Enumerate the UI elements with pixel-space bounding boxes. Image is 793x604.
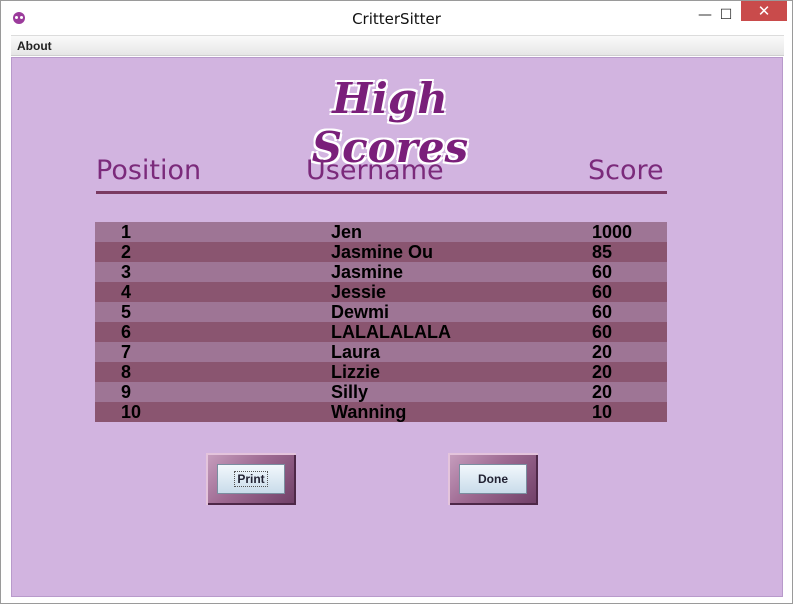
row-username: Wanning xyxy=(331,402,407,422)
menu-bar: About xyxy=(11,35,784,56)
app-window: CritterSitter — ☐ ✕ About High Scores Po… xyxy=(0,0,793,604)
done-button-frame: Done xyxy=(448,453,538,505)
column-header-score: Score xyxy=(588,155,664,186)
row-score: 20 xyxy=(592,362,613,382)
row-username: Jessie xyxy=(331,282,387,302)
row-position: 8 xyxy=(121,362,132,382)
close-button[interactable]: ✕ xyxy=(741,1,787,21)
row-username: Laura xyxy=(331,342,381,362)
row-position: 5 xyxy=(121,302,132,322)
table-row: 3 Jasmine 60 xyxy=(95,262,667,282)
row-username: Silly xyxy=(331,382,369,402)
row-position: 3 xyxy=(121,262,132,282)
title-bar[interactable]: CritterSitter — ☐ ✕ xyxy=(1,1,792,35)
row-username: Lizzie xyxy=(331,362,381,382)
table-row: 7 Laura 20 xyxy=(95,342,667,362)
row-position: 9 xyxy=(121,382,132,402)
table-row: 5 Dewmi 60 xyxy=(95,302,667,322)
print-button[interactable]: Print xyxy=(217,464,285,494)
done-button[interactable]: Done xyxy=(459,464,527,494)
row-username: LALALALALA xyxy=(331,322,451,342)
table-row: 8 Lizzie 20 xyxy=(95,362,667,382)
row-score: 20 xyxy=(592,342,613,362)
row-username: Jen xyxy=(331,222,363,242)
row-username: Jasmine Ou xyxy=(331,242,434,262)
menu-about[interactable]: About xyxy=(17,39,52,53)
table-row: 1 Jen 1000 xyxy=(95,222,667,242)
row-score: 60 xyxy=(592,322,613,342)
table-row: 10 Wanning 10 xyxy=(95,402,667,422)
row-score: 85 xyxy=(592,242,613,262)
row-username: Jasmine xyxy=(331,262,404,282)
row-username: Dewmi xyxy=(331,302,390,322)
row-score: 60 xyxy=(592,282,613,302)
row-score: 1000 xyxy=(592,222,633,242)
row-score: 10 xyxy=(592,402,613,422)
row-position: 2 xyxy=(121,242,132,262)
print-button-label: Print xyxy=(234,471,268,487)
row-position: 4 xyxy=(121,282,132,302)
high-scores-panel: High Scores Position Username Score 1 Je… xyxy=(11,57,783,597)
column-header-username: Username xyxy=(306,155,444,186)
row-position: 1 xyxy=(121,222,132,242)
maximize-button[interactable]: ☐ xyxy=(711,1,741,29)
done-button-label: Done xyxy=(478,472,508,486)
row-score: 20 xyxy=(592,382,613,402)
row-position: 10 xyxy=(121,402,142,422)
table-row: 9 Silly 20 xyxy=(95,382,667,402)
table-row: 4 Jessie 60 xyxy=(95,282,667,302)
table-row: 6 LALALALALA 60 xyxy=(95,322,667,342)
table-row: 2 Jasmine Ou 85 xyxy=(95,242,667,262)
row-score: 60 xyxy=(592,302,613,322)
header-divider xyxy=(96,191,667,194)
column-header-position: Position xyxy=(96,155,202,186)
row-position: 6 xyxy=(121,322,132,342)
print-button-frame: Print xyxy=(206,453,296,505)
score-table: 1 Jen 1000 2 Jasmine Ou 85 3 Jasmine 60 … xyxy=(95,222,667,422)
window-title: CritterSitter xyxy=(352,10,441,28)
row-score: 60 xyxy=(592,262,613,282)
row-position: 7 xyxy=(121,342,132,362)
